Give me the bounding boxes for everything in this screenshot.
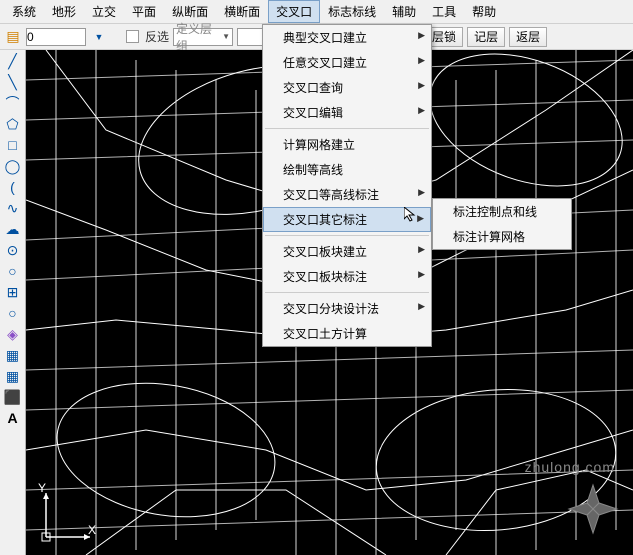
x-axis-label: X bbox=[88, 523, 96, 537]
submenu-arrow-icon: ▶ bbox=[418, 30, 425, 41]
arc-tool-icon[interactable]: ⌒ bbox=[4, 94, 22, 112]
layer-icon[interactable]: ▤ bbox=[4, 28, 22, 46]
diamond-tool-icon[interactable]: ◈ bbox=[4, 325, 22, 343]
menu-elevation[interactable]: 立交 bbox=[84, 0, 124, 23]
menu-calc-grid[interactable]: 计算网格建立 bbox=[263, 132, 431, 157]
separator bbox=[265, 292, 429, 293]
submenu-arrow-icon: ▶ bbox=[418, 269, 425, 280]
intersection-menu: 典型交叉口建立▶ 任意交叉口建立▶ 交叉口查询▶ 交叉口编辑▶ 计算网格建立 绘… bbox=[262, 24, 432, 347]
menu-aux[interactable]: 辅助 bbox=[384, 0, 424, 23]
layergroup-select[interactable]: 定义层组▼ bbox=[173, 28, 233, 46]
menu-contour-label[interactable]: 交叉口等高线标注▶ bbox=[263, 182, 431, 207]
layer-input[interactable] bbox=[26, 28, 86, 46]
submenu-arrow-icon: ▶ bbox=[418, 105, 425, 116]
menu-any-intersection[interactable]: 任意交叉口建立▶ bbox=[263, 50, 431, 75]
curve-tool-icon[interactable]: ( bbox=[4, 178, 22, 196]
insert-tool-icon[interactable]: ⊞ bbox=[4, 283, 22, 301]
ring-tool-icon[interactable]: ○ bbox=[4, 304, 22, 322]
other-label-submenu: 标注控制点和线 标注计算网格 bbox=[432, 198, 572, 250]
line2-tool-icon[interactable]: ╲ bbox=[4, 73, 22, 91]
invert-checkbox[interactable] bbox=[126, 30, 139, 43]
menubar: 系统 地形 立交 平面 纵断面 横断面 交叉口 标志标线 辅助 工具 帮助 bbox=[0, 0, 633, 24]
rect-tool-icon[interactable]: □ bbox=[4, 136, 22, 154]
menu-typical-intersection[interactable]: 典型交叉口建立▶ bbox=[263, 25, 431, 50]
menu-plate-label[interactable]: 交叉口板块标注▶ bbox=[263, 264, 431, 289]
circle-tool-icon[interactable]: ◯ bbox=[4, 157, 22, 175]
polygon-tool-icon[interactable]: ⬠ bbox=[4, 115, 22, 133]
menu-xsection[interactable]: 横断面 bbox=[216, 0, 268, 23]
compass-icon bbox=[563, 479, 623, 539]
menu-label-calc-grid[interactable]: 标注计算网格 bbox=[433, 224, 571, 249]
submenu-arrow-icon: ▶ bbox=[418, 301, 425, 312]
menu-tools[interactable]: 工具 bbox=[424, 0, 464, 23]
menu-terrain[interactable]: 地形 bbox=[44, 0, 84, 23]
submenu-arrow-icon: ▶ bbox=[418, 55, 425, 66]
watermark: zhulong.com bbox=[525, 459, 615, 475]
grid-tool-icon[interactable]: ▦ bbox=[4, 367, 22, 385]
cursor-icon bbox=[404, 207, 420, 226]
menu-plan[interactable]: 平面 bbox=[124, 0, 164, 23]
invert-label: 反选 bbox=[145, 28, 169, 45]
menu-help[interactable]: 帮助 bbox=[464, 0, 504, 23]
menu-earthwork-calc[interactable]: 交叉口土方计算 bbox=[263, 321, 431, 346]
menu-label-control-points[interactable]: 标注控制点和线 bbox=[433, 199, 571, 224]
line-tool-icon[interactable]: ╱ bbox=[4, 52, 22, 70]
menu-intersection-edit[interactable]: 交叉口编辑▶ bbox=[263, 100, 431, 125]
menu-system[interactable]: 系统 bbox=[4, 0, 44, 23]
side-toolbox: ╱ ╲ ⌒ ⬠ □ ◯ ( ∿ ☁ ⊙ ○ ⊞ ○ ◈ ▦ ▦ ⬛ A bbox=[0, 50, 26, 555]
return-layer-button[interactable]: 返层 bbox=[509, 27, 547, 47]
donut-tool-icon[interactable]: ⊙ bbox=[4, 241, 22, 259]
y-axis-label: Y bbox=[38, 481, 46, 495]
submenu-arrow-icon: ▶ bbox=[418, 80, 425, 91]
text-tool-icon[interactable]: A bbox=[4, 409, 22, 427]
mark-layer-button[interactable]: 记层 bbox=[467, 27, 505, 47]
chevron-down-icon: ▼ bbox=[222, 32, 230, 41]
submenu-arrow-icon: ▶ bbox=[418, 187, 425, 198]
menu-intersection[interactable]: 交叉口 bbox=[268, 0, 320, 23]
hatch-tool-icon[interactable]: ▦ bbox=[4, 346, 22, 364]
menu-markings[interactable]: 标志标线 bbox=[320, 0, 384, 23]
menu-intersection-query[interactable]: 交叉口查询▶ bbox=[263, 75, 431, 100]
axis-indicator: Y X bbox=[38, 485, 98, 545]
dropdown-icon[interactable]: ▼ bbox=[90, 28, 108, 46]
ellipse-tool-icon[interactable]: ○ bbox=[4, 262, 22, 280]
cloud-tool-icon[interactable]: ☁ bbox=[4, 220, 22, 238]
menu-draw-contours[interactable]: 绘制等高线 bbox=[263, 157, 431, 182]
menu-block-design[interactable]: 交叉口分块设计法▶ bbox=[263, 296, 431, 321]
submenu-arrow-icon: ▶ bbox=[418, 244, 425, 255]
point-tool-icon[interactable]: ⬛ bbox=[4, 388, 22, 406]
separator bbox=[265, 128, 429, 129]
separator bbox=[265, 235, 429, 236]
menu-plate-create[interactable]: 交叉口板块建立▶ bbox=[263, 239, 431, 264]
spline-tool-icon[interactable]: ∿ bbox=[4, 199, 22, 217]
